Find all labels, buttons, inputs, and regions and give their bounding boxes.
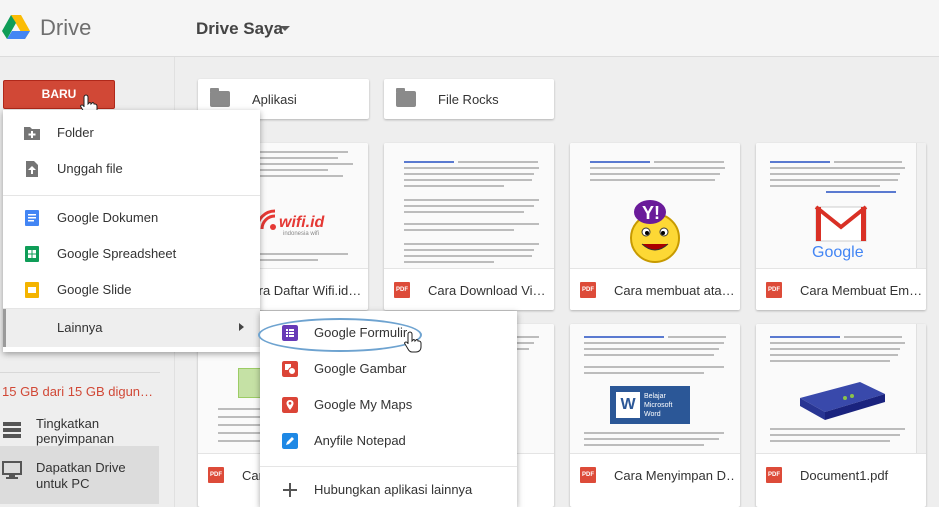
mymaps-icon (282, 397, 298, 413)
folder-name: Aplikasi (252, 92, 297, 107)
upgrade-storage-label: Tingkatkan penyimpanan (36, 416, 115, 446)
file-card[interactable]: W Belajar Microsoft Word PDF Cara Menyim… (570, 324, 740, 507)
svg-text:Google: Google (812, 244, 864, 261)
menu-item-google-slides[interactable]: Google Slide (3, 272, 260, 308)
get-drive-label: Dapatkan Drive untuk PC (36, 460, 126, 491)
file-thumbnail: W Belajar Microsoft Word (570, 324, 740, 454)
menu-item-label: Unggah file (57, 161, 123, 176)
folder-plus-icon (24, 127, 40, 140)
menu-item-label: Google My Maps (314, 397, 413, 412)
menu-item-folder[interactable]: Folder (3, 115, 260, 151)
notepad-icon (282, 433, 298, 449)
menu-item-more[interactable]: Lainnya (3, 309, 260, 347)
file-name: Cara membuat ata… (614, 283, 735, 298)
highlight-circle (258, 318, 422, 352)
file-caption: PDF Cara Menyimpan D… (570, 455, 740, 495)
menu-divider (3, 195, 260, 196)
chevron-right-icon (239, 323, 244, 331)
word-logo: W Belajar Microsoft Word (610, 386, 690, 424)
file-name: Cara Daftar Wifi.id… (242, 283, 362, 298)
pdf-icon: PDF (766, 467, 782, 483)
pdf-icon: PDF (580, 282, 596, 298)
svg-text:indonesia wifi: indonesia wifi (283, 231, 319, 237)
menu-item-connect-more-apps[interactable]: Hubungkan aplikasi lainnya (260, 472, 517, 507)
pdf-icon: PDF (394, 282, 410, 298)
menu-item-google-docs[interactable]: Google Dokumen (3, 200, 260, 236)
new-menu: Folder Unggah file Google Dokumen Google… (3, 110, 260, 352)
file-card[interactable]: PDF Document1.pdf (756, 324, 926, 507)
pdf-icon: PDF (766, 282, 782, 298)
file-name: Document1.pdf (800, 468, 889, 483)
sheets-icon (25, 246, 39, 262)
file-name: Cara Membuat Em… (800, 283, 922, 298)
svg-text:Y!: Y! (642, 203, 660, 223)
sidebar-divider (0, 372, 160, 373)
chevron-down-icon[interactable] (280, 26, 290, 31)
folder-icon (396, 88, 416, 107)
menu-divider (260, 466, 517, 467)
file-caption: PDF Cara Download Vi… (384, 270, 554, 310)
slides-icon (25, 282, 39, 298)
menu-item-google-my-maps[interactable]: Google My Maps (260, 387, 517, 423)
file-caption: PDF Document1.pdf (756, 455, 926, 495)
menu-item-google-drawings[interactable]: Google Gambar (260, 351, 517, 387)
wifi-id-logo: wifi.id indonesia wifi (255, 209, 326, 237)
file-card[interactable]: PDF Cara Download Vi… (384, 143, 554, 310)
menu-item-label: Google Gambar (314, 361, 407, 376)
menu-item-label: Lainnya (57, 320, 103, 335)
upload-file-icon (26, 161, 38, 177)
menu-item-label: Hubungkan aplikasi lainnya (314, 482, 473, 497)
folder-card[interactable]: File Rocks (384, 79, 554, 119)
file-card[interactable]: Google PDF Cara Membuat Em… (756, 143, 926, 310)
file-name: Cara Menyimpan D… (614, 468, 736, 483)
menu-item-label: Folder (57, 125, 94, 140)
menu-item-google-sheets[interactable]: Google Spreadsheet (3, 236, 260, 272)
menu-item-label: Google Slide (57, 282, 132, 297)
menu-item-label: Google Dokumen (57, 210, 159, 225)
google-drive-logo-icon[interactable] (2, 15, 30, 39)
drawings-icon (282, 361, 298, 377)
menu-item-label: Anyfile Notepad (314, 433, 406, 448)
thumbnail-scrollbar (916, 324, 926, 453)
new-button[interactable]: BARU (3, 80, 115, 109)
storage-usage[interactable]: 15 GB dari 15 GB digun… (2, 384, 153, 399)
file-caption: PDF Cara membuat ata… (570, 270, 740, 310)
hand-cursor-icon (404, 331, 422, 353)
file-name: Cara Download Vi… (428, 283, 546, 298)
monitor-icon (2, 461, 22, 479)
docs-icon (25, 210, 39, 226)
menu-item-upload-file[interactable]: Unggah file (3, 151, 260, 187)
upgrade-storage-link[interactable]: Tingkatkan penyimpanan (0, 412, 160, 450)
thumbnail-scrollbar (916, 143, 926, 268)
folder-icon (210, 88, 230, 107)
yahoo-messenger-logo: Y! (630, 200, 680, 263)
file-thumbnail (756, 324, 926, 454)
folder-name: File Rocks (438, 92, 499, 107)
file-thumbnail: Google (756, 143, 926, 269)
file-card[interactable]: Y! PDF Cara membuat ata… (570, 143, 740, 310)
my-drive-title[interactable]: Drive Saya (196, 19, 283, 39)
router-image (800, 382, 885, 420)
plus-icon (283, 483, 297, 497)
top-header: Drive Drive Saya (0, 0, 939, 57)
file-thumbnail: Y! (570, 143, 740, 269)
app-name[interactable]: Drive (40, 15, 91, 41)
get-drive-for-pc-link[interactable]: Dapatkan Drive untuk PC (0, 446, 159, 504)
file-thumbnail (384, 143, 554, 269)
file-caption: PDF Cara Membuat Em… (756, 270, 926, 310)
pdf-icon: PDF (580, 467, 596, 483)
pdf-icon: PDF (208, 467, 224, 483)
storage-bars-icon (3, 422, 21, 438)
svg-text:wifi.id: wifi.id (279, 214, 326, 231)
gmail-logo: Google (812, 205, 868, 261)
menu-item-label: Google Spreadsheet (57, 246, 177, 261)
menu-item-anyfile-notepad[interactable]: Anyfile Notepad (260, 423, 517, 459)
